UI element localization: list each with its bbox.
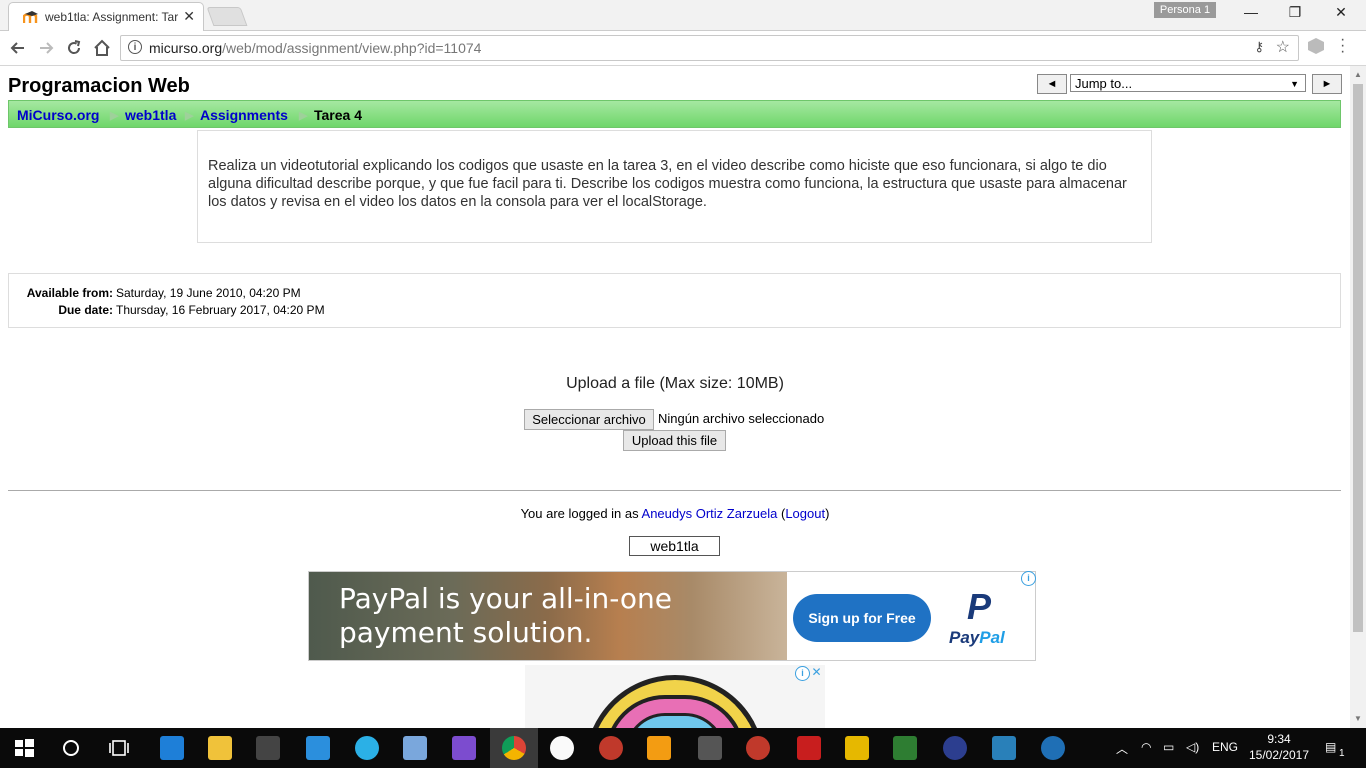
login-info: You are logged in as Aneudys Ortiz Zarzu…: [520, 506, 830, 521]
breadcrumb-separator-icon: ▶: [185, 110, 194, 122]
assignment-description: Realiza un videotutorial explicando los …: [208, 158, 1127, 210]
jump-next-button[interactable]: ►: [1312, 74, 1342, 94]
secondary-ad-banner[interactable]: [525, 665, 825, 728]
reload-icon[interactable]: [64, 38, 84, 58]
paypal-ad-banner[interactable]: PayPal is your all-in-one payment soluti…: [308, 571, 1036, 661]
back-icon[interactable]: [8, 38, 28, 58]
virtualbox-icon[interactable]: [403, 736, 427, 760]
breadcrumb-micurso[interactable]: MiCurso.org: [17, 107, 99, 123]
moodle-favicon-icon: [23, 11, 38, 23]
edge-icon[interactable]: [160, 736, 184, 760]
chrome-icon[interactable]: [502, 736, 526, 760]
key-icon[interactable]: ⚷: [1254, 39, 1264, 55]
volume-icon[interactable]: ◁): [1186, 740, 1199, 754]
user-profile-link[interactable]: Aneudys Ortiz Zarzuela: [642, 506, 778, 521]
address-bar[interactable]: i micurso.org/web/mod/assignment/view.ph…: [120, 35, 1299, 61]
breadcrumb-current: Tarea 4: [314, 107, 362, 123]
chevron-down-icon: ▼: [1290, 79, 1299, 89]
assignment-dates: Available from: Saturday, 19 June 2010, …: [8, 273, 1341, 328]
restore-icon[interactable]: ❐: [1272, 4, 1318, 24]
windows-start-icon[interactable]: [12, 736, 36, 760]
app-blue-icon[interactable]: [992, 736, 1016, 760]
language-indicator[interactable]: ENG: [1212, 740, 1238, 754]
breadcrumb: MiCurso.org ▶ web1tla ▶ Assignments ▶ Ta…: [8, 100, 1341, 128]
app-flag-icon[interactable]: [797, 736, 821, 760]
browser-toolbar: i micurso.org/web/mod/assignment/view.ph…: [0, 31, 1366, 66]
file-explorer-icon[interactable]: [208, 736, 232, 760]
bookmark-star-icon[interactable]: ☆: [1276, 37, 1290, 57]
signup-free-button[interactable]: Sign up for Free: [793, 594, 931, 642]
choose-file-button[interactable]: Seleccionar archivo: [524, 409, 654, 430]
search-icon[interactable]: [59, 736, 83, 760]
notification-icon[interactable]: ▤: [1325, 740, 1336, 754]
ad-headline: PayPal is your all-in-one payment soluti…: [339, 582, 673, 649]
jump-prev-button[interactable]: ◄: [1037, 74, 1067, 94]
logout-link[interactable]: Logout: [785, 506, 825, 521]
upload-file-button[interactable]: Upload this file: [623, 430, 726, 451]
forward-icon[interactable]: [36, 38, 56, 58]
scroll-down-icon[interactable]: ▼: [1354, 714, 1362, 723]
home-icon[interactable]: [92, 38, 112, 58]
app-red-icon[interactable]: [746, 736, 770, 760]
url-text: micurso.org/web/mod/assignment/view.php?…: [149, 40, 482, 56]
assignment-intro: Realiza un videotutorial explicando los …: [197, 130, 1152, 243]
app-yellow-icon[interactable]: [845, 736, 869, 760]
taskbar-clock[interactable]: 9:34 15/02/2017: [1246, 731, 1312, 763]
battery-icon[interactable]: ▭: [1163, 740, 1174, 754]
paypal-logo-icon: P: [967, 586, 992, 627]
breadcrumb-course[interactable]: web1tla: [125, 107, 176, 123]
course-home-button[interactable]: web1tla: [629, 536, 720, 556]
breadcrumb-assignments[interactable]: Assignments: [200, 107, 288, 123]
scroll-up-icon[interactable]: ▲: [1354, 70, 1362, 79]
jump-to-select[interactable]: Jump to... ▼: [1070, 74, 1306, 92]
ad-close-icon[interactable]: ✕: [810, 666, 823, 679]
powerpoint-icon[interactable]: [599, 736, 623, 760]
close-window-icon[interactable]: ✕: [1318, 4, 1364, 24]
new-tab-button[interactable]: [206, 7, 248, 26]
breadcrumb-separator-icon: ▶: [299, 110, 308, 122]
sublime-icon[interactable]: [698, 736, 722, 760]
minimize-icon[interactable]: —: [1228, 4, 1274, 24]
paypal-logo-text: PayPal: [949, 628, 1005, 647]
visual-studio-icon[interactable]: [452, 736, 476, 760]
site-info-icon[interactable]: i: [128, 40, 142, 54]
itunes-icon[interactable]: [550, 736, 574, 760]
page-scrollbar[interactable]: ▲ ▼: [1350, 66, 1366, 728]
network-icon[interactable]: ◠: [1141, 740, 1151, 754]
due-date-label: Due date:: [58, 303, 113, 317]
ad-info-icon[interactable]: i: [1021, 571, 1036, 586]
due-date-value: Thursday, 16 February 2017, 04:20 PM: [116, 303, 325, 317]
page-content: Programacion Web ◄ Jump to... ▼ ► MiCurs…: [0, 66, 1350, 728]
tab-close-icon[interactable]: ✕: [183, 8, 195, 25]
media-player-icon[interactable]: [647, 736, 671, 760]
tray-chevron-up-icon[interactable]: ︿: [1116, 740, 1128, 757]
todo-icon[interactable]: [306, 736, 330, 760]
windows-taskbar: ︿ ◠ ▭ ◁) ENG 9:34 15/02/2017 ▤ 1: [0, 728, 1366, 768]
available-from-value: Saturday, 19 June 2010, 04:20 PM: [116, 286, 301, 300]
store-icon[interactable]: [256, 736, 280, 760]
app-icon[interactable]: [355, 736, 379, 760]
divider: [8, 490, 1341, 491]
scrollbar-thumb[interactable]: [1353, 84, 1363, 632]
upload-heading: Upload a file (Max size: 10MB): [566, 375, 784, 392]
tab-title: web1tla: Assignment: Tar: [45, 10, 179, 24]
eclipse-icon[interactable]: [943, 736, 967, 760]
available-from-label: Available from:: [26, 286, 113, 300]
tab-strip: web1tla: Assignment: Tar ✕ Persona 1 — ❐…: [0, 0, 1366, 31]
breadcrumb-separator-icon: ▶: [110, 110, 119, 122]
extension-icon[interactable]: [1308, 38, 1324, 54]
course-title: Programacion Web: [8, 75, 190, 97]
ad-info-icon[interactable]: i: [795, 666, 810, 681]
chrome-menu-icon[interactable]: · · ·: [1340, 32, 1345, 60]
app-green-icon[interactable]: [893, 736, 917, 760]
no-file-label: Ningún archivo seleccionado: [658, 411, 825, 426]
notification-count: 1: [1339, 748, 1345, 759]
browser-tab[interactable]: web1tla: Assignment: Tar ✕: [8, 2, 204, 31]
profile-badge[interactable]: Persona 1: [1154, 2, 1216, 18]
app-ring-icon[interactable]: [1041, 736, 1065, 760]
task-view-icon[interactable]: [107, 736, 131, 760]
